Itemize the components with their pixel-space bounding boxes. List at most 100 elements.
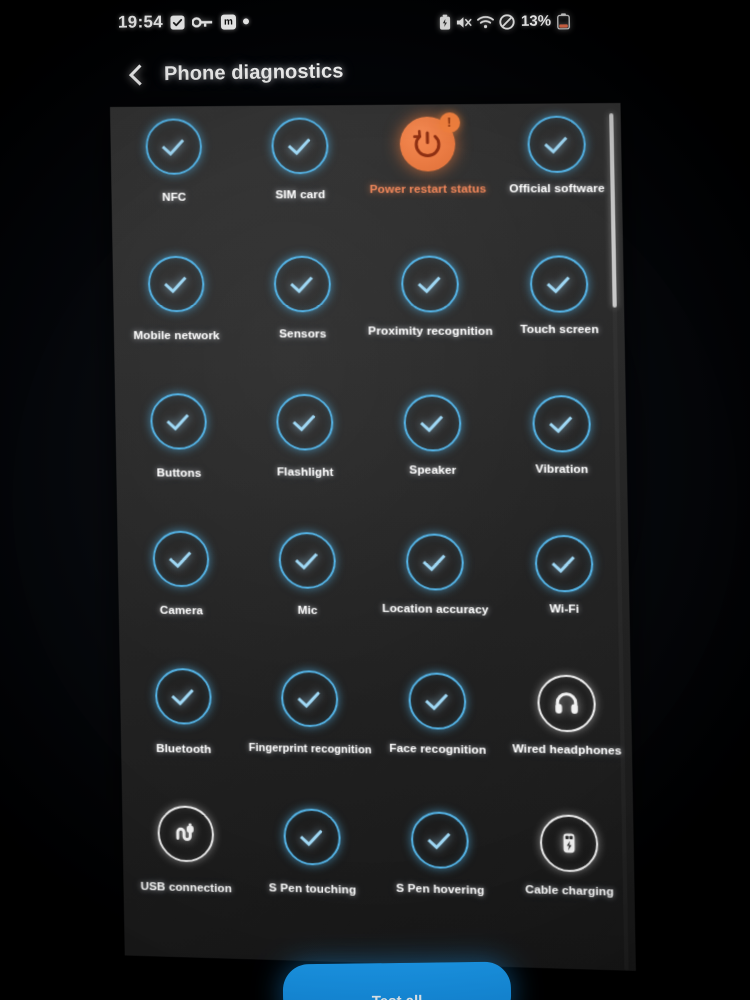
- headphones-icon: [551, 689, 581, 714]
- diagnostic-item-usb-connection[interactable]: USB connection: [122, 792, 250, 933]
- status-ring-pass: [529, 255, 589, 313]
- diagnostic-item-wired-headphones[interactable]: Wired headphones: [501, 662, 633, 804]
- diagnostic-label: Location accuracy: [382, 601, 489, 617]
- check-icon: [296, 685, 320, 709]
- diagnostic-item-face-recognition[interactable]: Face recognition: [372, 659, 503, 801]
- usb-charging-icon: [562, 833, 575, 853]
- diagnostic-item-sensors[interactable]: Sensors: [238, 244, 367, 383]
- back-icon[interactable]: [126, 64, 148, 86]
- status-ring-pass: [277, 531, 336, 590]
- diagnostic-label: Power restart status: [369, 182, 487, 197]
- diagnostic-label: SIM card: [275, 188, 326, 202]
- diagnostics-row: Buttons Flashlight Speaker Vibration: [115, 381, 628, 523]
- diagnostics-row: Camera Mic Location accuracy Wi-Fi: [117, 518, 630, 664]
- diagnostics-panel: NFC SIM card ! Power restart status Offi…: [110, 102, 636, 971]
- diagnostic-item-s-pen-hovering[interactable]: S Pen hovering: [375, 798, 506, 940]
- diagnostics-row: Mobile network Sensors Proximity recogni…: [112, 243, 625, 383]
- diagnostic-item-cable-charging[interactable]: Cable charging: [503, 801, 635, 944]
- check-icon: [424, 687, 448, 711]
- check-icon: [163, 270, 187, 294]
- status-ring-untested: [536, 674, 596, 733]
- warning-badge-label: !: [446, 114, 452, 130]
- status-ring-untested: [538, 814, 599, 873]
- check-icon: [299, 823, 323, 847]
- check-icon: [292, 408, 315, 432]
- diagnostic-item-fingerprint-recognition[interactable]: Fingerprint recognition: [245, 657, 374, 798]
- test-all-button[interactable]: Test all: [282, 961, 512, 1000]
- diagnostic-label: Vibration: [535, 462, 589, 477]
- diagnostic-label: Camera: [159, 603, 204, 618]
- diagnostic-label: Proximity recognition: [368, 324, 493, 338]
- diagnostic-label: Wired headphones: [512, 742, 622, 758]
- task-complete-icon: [170, 14, 185, 30]
- status-ring-pass: [531, 395, 591, 453]
- status-ring-pass: [149, 393, 207, 450]
- status-ring-pass: [282, 808, 341, 866]
- status-bar: 19:54 m 13%: [0, 8, 750, 42]
- diagnostics-grid: NFC SIM card ! Power restart status Offi…: [110, 103, 635, 944]
- diagnostic-label: USB connection: [140, 879, 233, 896]
- diagnostic-label: S Pen touching: [268, 881, 357, 897]
- m-app-icon: m: [220, 13, 237, 30]
- test-all-button-label: Test all: [283, 992, 511, 1000]
- usb-cable-icon: [171, 819, 200, 848]
- status-bar-left: 19:54 m: [117, 11, 250, 32]
- diagnostic-item-power-restart-status[interactable]: ! Power restart status: [362, 104, 493, 244]
- diagnostic-item-location-accuracy[interactable]: Location accuracy: [370, 521, 501, 662]
- check-icon: [287, 132, 310, 156]
- diagnostic-item-proximity-recognition[interactable]: Proximity recognition: [365, 243, 496, 382]
- check-icon: [168, 545, 191, 569]
- photographed-screen-backdrop: 19:54 m 13% Phone diagnostics NFC SIM ca…: [0, 0, 750, 1000]
- diagnostic-item-speaker[interactable]: Speaker: [367, 382, 498, 522]
- warning-badge: !: [438, 112, 460, 133]
- diagnostic-label: S Pen hovering: [396, 881, 485, 898]
- diagnostic-label: Buttons: [156, 466, 202, 480]
- diagnostic-item-wi-fi[interactable]: Wi-Fi: [498, 522, 630, 664]
- diagnostic-item-mic[interactable]: Mic: [243, 519, 372, 659]
- diagnostic-label: Cable charging: [525, 882, 614, 899]
- check-icon: [166, 407, 189, 431]
- wifi-icon: [476, 15, 494, 29]
- power-restart-icon: [409, 127, 445, 162]
- diagnostic-item-bluetooth[interactable]: Bluetooth: [120, 655, 248, 795]
- check-icon: [417, 270, 441, 294]
- diagnostic-item-official-software[interactable]: Official software: [491, 103, 623, 243]
- status-ring-untested: [156, 805, 214, 863]
- status-ring-pass: [270, 117, 329, 175]
- page-title: Phone diagnostics: [163, 60, 344, 86]
- status-bar-clock: 19:54: [117, 12, 164, 32]
- key-icon: [191, 15, 214, 28]
- diagnostic-item-camera[interactable]: Camera: [117, 518, 245, 657]
- diagnostic-item-buttons[interactable]: Buttons: [115, 381, 243, 519]
- diagnostic-label: Flashlight: [276, 465, 334, 479]
- device-screen: 19:54 m 13% Phone diagnostics NFC SIM ca…: [0, 0, 750, 1000]
- status-ring-pass: [533, 534, 594, 593]
- diagnostic-label: Official software: [509, 181, 605, 196]
- status-bar-right: 13%: [439, 12, 570, 30]
- diagnostic-item-nfc[interactable]: NFC: [110, 106, 238, 244]
- diagnostic-label: Wi-Fi: [549, 602, 580, 616]
- diagnostic-item-mobile-network[interactable]: Mobile network: [112, 244, 240, 382]
- status-ring-pass: [147, 255, 205, 313]
- check-icon: [289, 270, 313, 294]
- status-ring-pass: [272, 255, 331, 313]
- status-ring-pass: [526, 115, 586, 173]
- status-ring-pass: [405, 533, 464, 591]
- check-icon: [161, 133, 184, 156]
- battery-icon: [557, 12, 570, 30]
- diagnostic-label: Face recognition: [389, 741, 487, 757]
- diagnostic-item-touch-screen[interactable]: Touch screen: [493, 243, 625, 383]
- check-icon: [419, 409, 443, 433]
- check-icon: [294, 546, 318, 570]
- status-ring-warning: !: [398, 112, 460, 172]
- diagnostics-row: NFC SIM card ! Power restart status Offi…: [110, 103, 623, 244]
- diagnostic-label: NFC: [161, 190, 187, 204]
- do-not-disturb-icon: [499, 13, 515, 30]
- battery-percent-label: 13%: [520, 12, 552, 30]
- diagnostic-item-flashlight[interactable]: Flashlight: [240, 382, 369, 521]
- diagnostics-row: USB connection S Pen touching S Pen hove…: [122, 792, 636, 944]
- check-icon: [422, 548, 446, 572]
- diagnostic-item-s-pen-touching[interactable]: S Pen touching: [248, 795, 377, 937]
- diagnostic-item-sim-card[interactable]: SIM card: [235, 105, 364, 244]
- diagnostic-item-vibration[interactable]: Vibration: [496, 383, 628, 524]
